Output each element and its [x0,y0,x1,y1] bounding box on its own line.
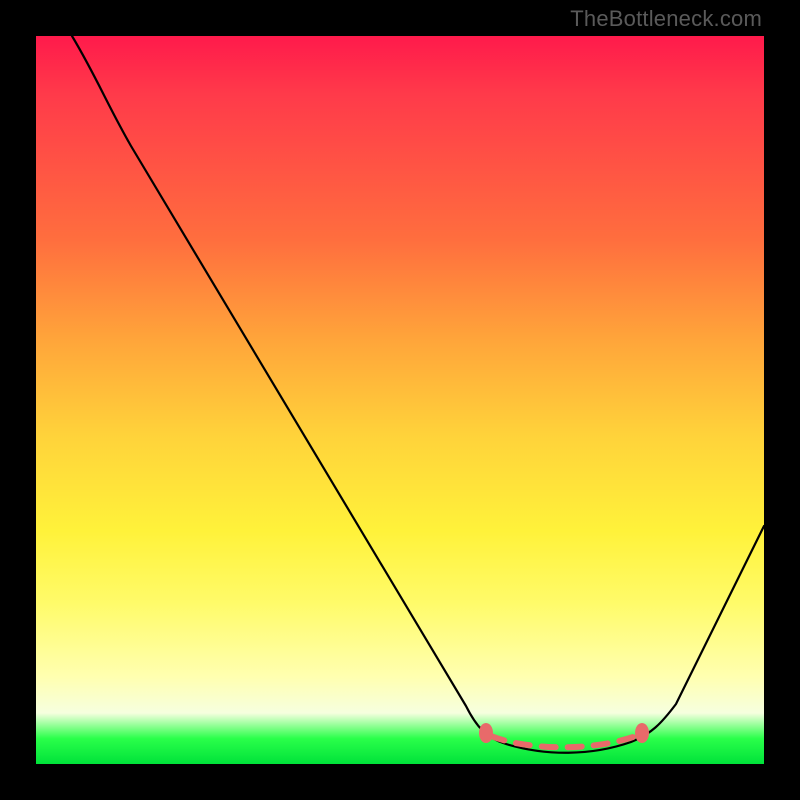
optimal-region-marker-left [479,723,493,743]
bottleneck-curve-svg [36,36,764,764]
plot-area [36,36,764,764]
chart-frame: TheBottleneck.com [0,0,800,800]
bottleneck-curve-line [72,36,764,753]
optimal-region-marker-right [635,723,649,743]
attribution-text: TheBottleneck.com [570,6,762,32]
